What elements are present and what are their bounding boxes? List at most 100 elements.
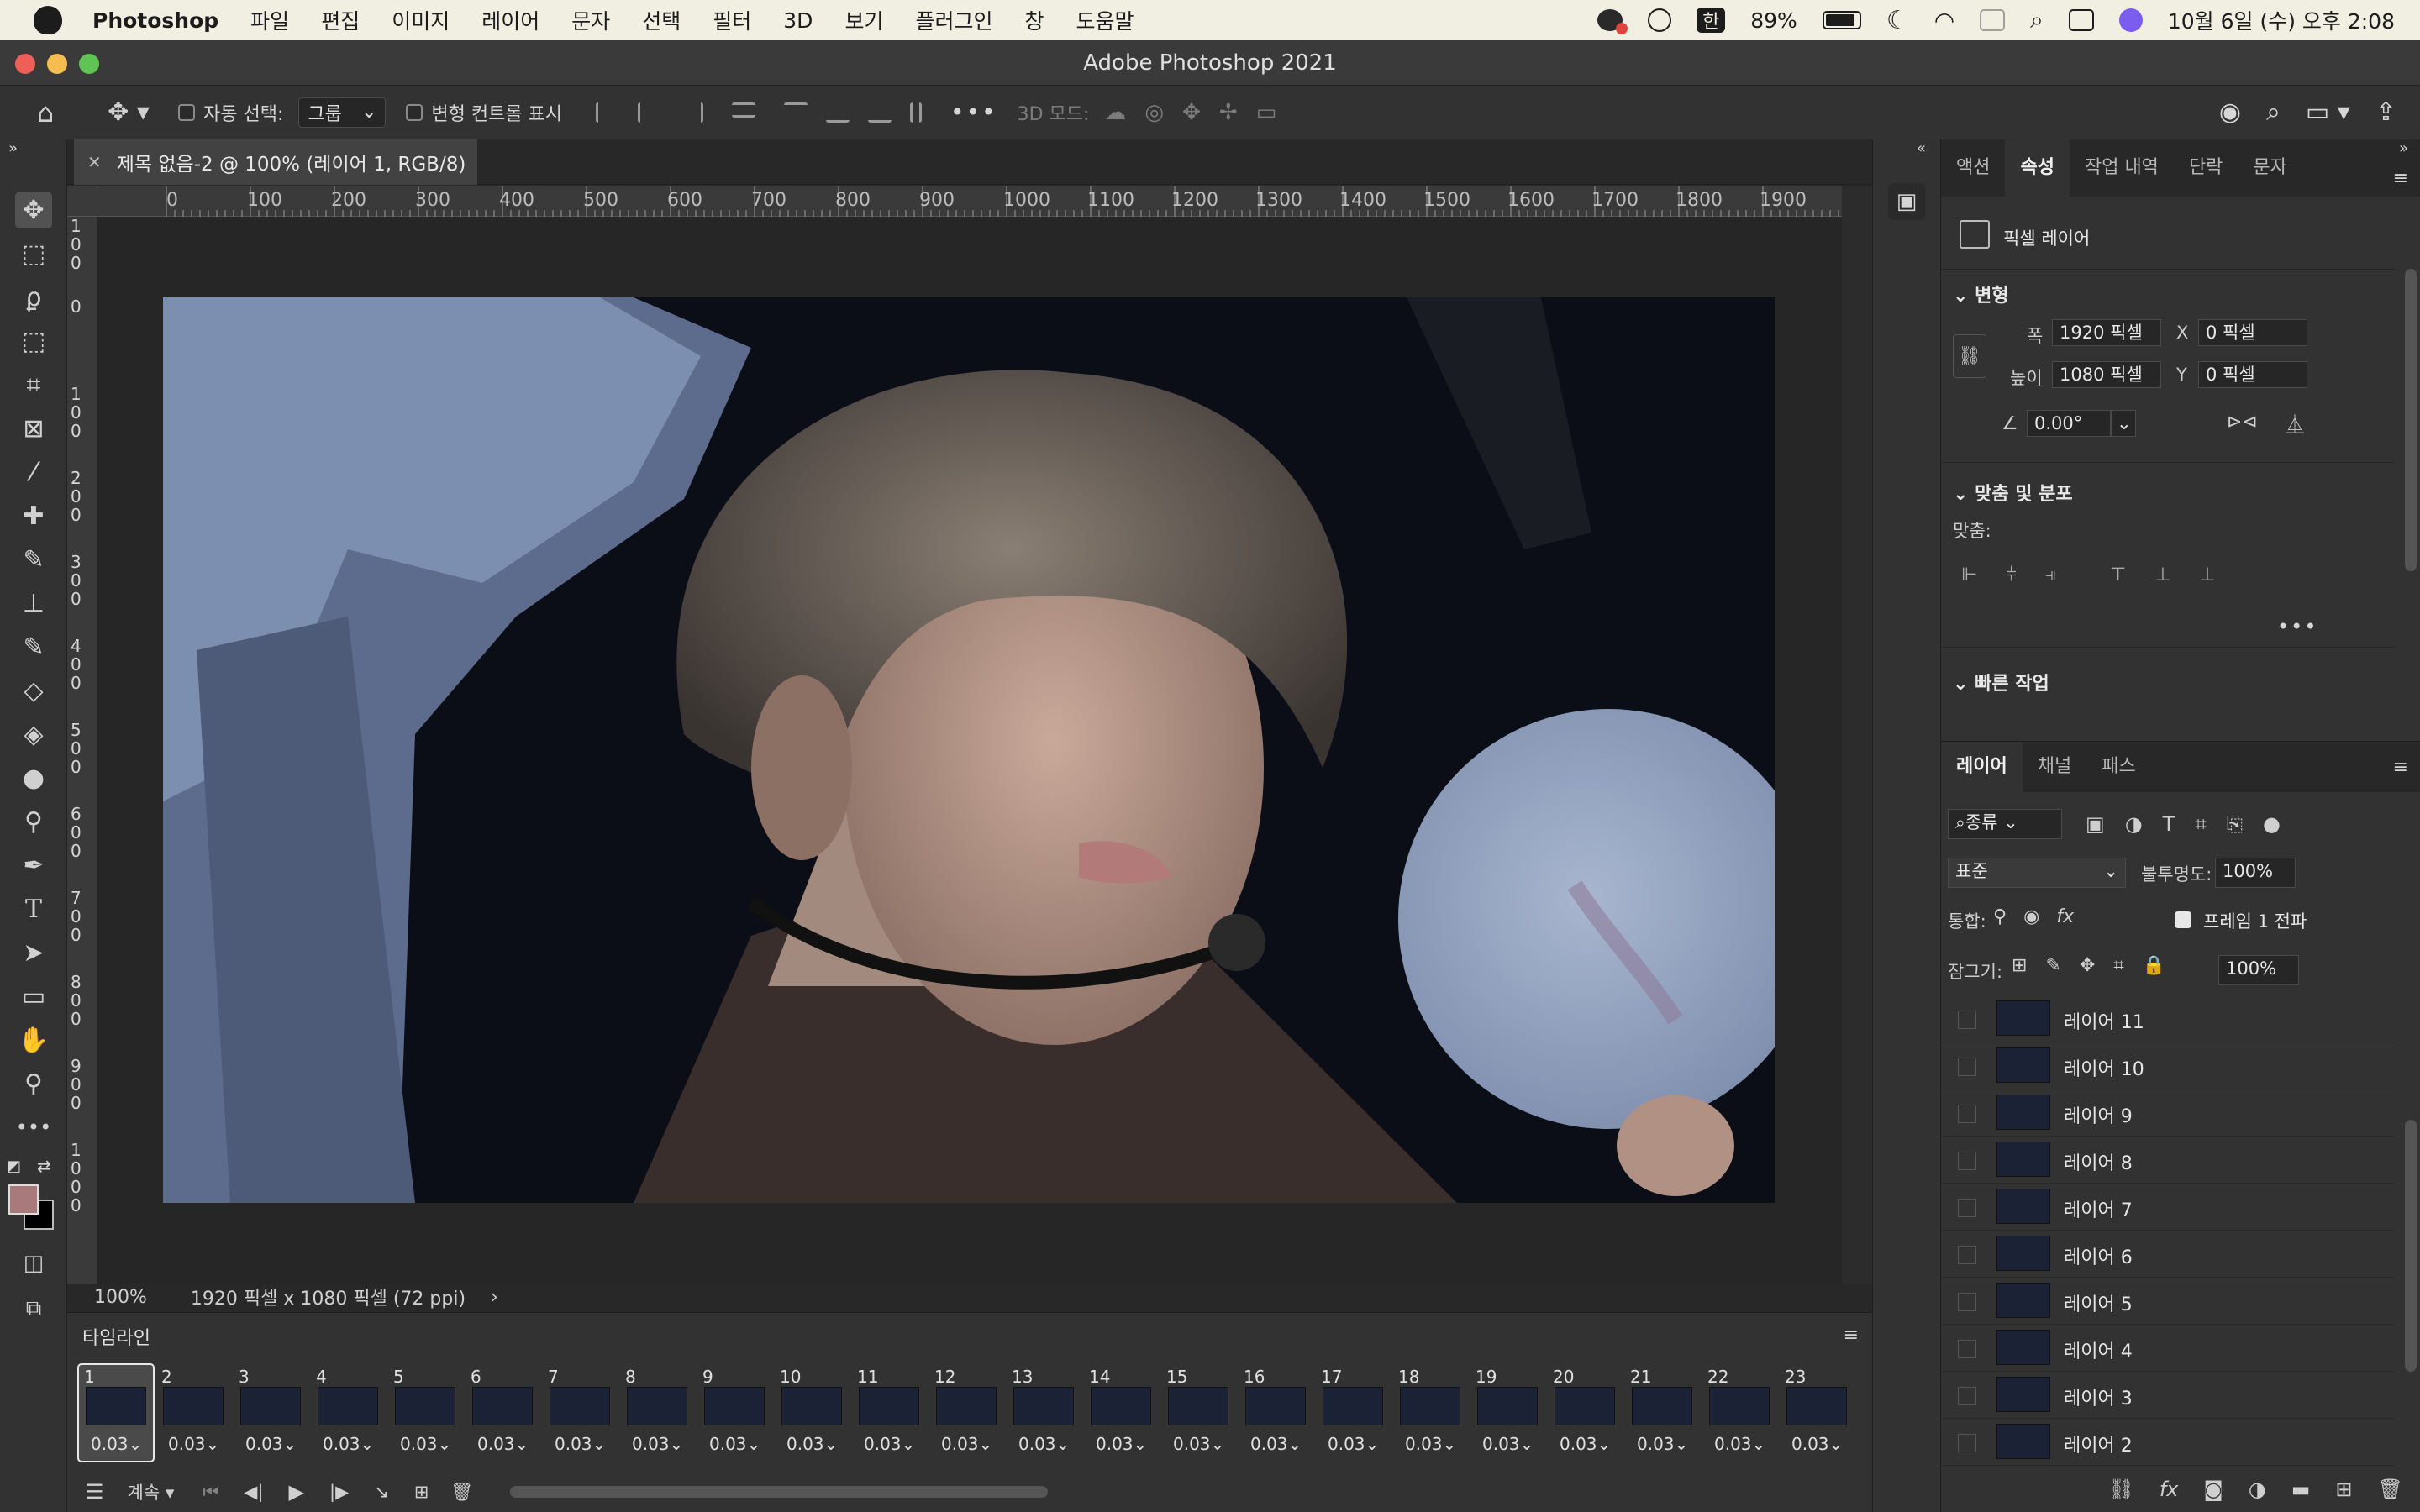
convert-to-video-icon[interactable]: ☰ [86,1480,104,1504]
distribute-spacing-icon[interactable] [910,102,923,123]
show-transform-checkbox[interactable] [406,103,424,121]
blend-mode-dropdown[interactable]: 표준 ⌄ [1948,858,2126,888]
layer-name[interactable]: 레이어 4 [2064,1336,2133,1363]
lock-position-icon[interactable]: ✥ [2080,955,2095,976]
timeline-frame[interactable]: 23 0.03⌄ [1780,1365,1854,1461]
zoom-tool-icon[interactable]: ⚲ [15,1065,52,1102]
frame-delay[interactable]: 0.03⌄ [1714,1434,1765,1454]
y-field[interactable]: 0 픽셀 [2198,361,2307,388]
layer-name[interactable]: 레이어 5 [2064,1289,2133,1316]
timeline-scrollbar[interactable] [510,1486,1049,1498]
x-field[interactable]: 0 픽셀 [2198,319,2307,346]
lasso-tool-icon[interactable]: ϼ [15,279,52,316]
layer-name[interactable]: 레이어 2 [2064,1431,2133,1457]
blur-tool-icon[interactable]: ● [15,759,52,796]
frame-delay[interactable]: 0.03⌄ [1482,1434,1534,1454]
slide-3d-icon[interactable]: ✢ [1219,100,1238,125]
visibility-toggle[interactable] [1958,1246,1976,1264]
tab-paragraph[interactable]: 단락 [2174,139,2238,197]
visibility-toggle[interactable] [1958,1293,1976,1311]
siri-icon[interactable] [2118,8,2143,32]
layer-row[interactable]: 레이어 2 [1941,1419,2395,1466]
horizontal-ruler[interactable]: 0 100 200 300 400 500 600 700 800 900 10… [97,186,1842,217]
ruler-origin[interactable] [67,186,97,217]
timeline-frame[interactable]: 6 0.03⌄ [466,1365,539,1461]
timeline-frame[interactable]: 21 0.03⌄ [1625,1365,1699,1461]
width-field[interactable]: 1920 픽셀 [2052,319,2161,346]
layer-name[interactable]: 레이어 9 [2064,1101,2133,1128]
wifi-icon[interactable]: ◠ [1934,7,1954,34]
object-select-tool-icon[interactable]: ⬚ [15,323,52,360]
search-icon[interactable]: ⌕ [2266,97,2281,127]
more-options-icon[interactable]: ••• [2277,615,2317,638]
timeline-frame[interactable]: 5 0.03⌄ [388,1365,462,1461]
frame-delay[interactable]: 0.03⌄ [709,1434,760,1454]
timeline-frame[interactable]: 3 0.03⌄ [234,1365,308,1461]
layer-name[interactable]: 레이어 8 [2064,1148,2133,1175]
battery-icon[interactable] [1822,11,1861,29]
type-tool-icon[interactable]: T [15,890,52,927]
marquee-tool-icon[interactable]: ⬚ [15,235,52,272]
roll-3d-icon[interactable]: ◎ [1144,100,1164,125]
frame-delay[interactable]: 0.03⌄ [400,1434,451,1454]
frame-delay[interactable]: 0.03⌄ [632,1434,683,1454]
align-left-icon[interactable] [596,102,619,123]
libraries-icon[interactable]: ▣ [1888,183,1925,220]
menu-layer[interactable]: 레이어 [481,5,539,35]
frame-delay[interactable]: 0.03⌄ [1637,1434,1688,1454]
share-icon[interactable]: ⇪ [2375,97,2396,127]
frame-delay[interactable]: 0.03⌄ [245,1434,297,1454]
tab-actions[interactable]: 액션 [1941,139,2005,197]
timeline-frame[interactable]: 4 0.03⌄ [311,1365,385,1461]
hand-tool-icon[interactable]: ✋ [15,1021,52,1058]
layer-name[interactable]: 레이어 7 [2064,1195,2133,1222]
menu-file[interactable]: 파일 [250,5,289,35]
healing-brush-tool-icon[interactable]: ✚ [15,497,52,534]
menu-view[interactable]: 보기 [844,5,883,35]
frame-delay[interactable]: 0.03⌄ [864,1434,915,1454]
menu-image[interactable]: 이미지 [392,5,450,35]
loop-dropdown[interactable]: 계속 ▾ [128,1479,175,1504]
frame-delay[interactable]: 0.03⌄ [168,1434,219,1454]
unify-visibility-icon[interactable]: ◉ [2023,906,2039,927]
timeline-frame[interactable]: 19 0.03⌄ [1470,1365,1544,1461]
align-top-icon[interactable] [784,102,808,123]
menu-type[interactable]: 문자 [571,5,610,35]
auto-select-checkbox[interactable] [178,103,195,121]
app-menu[interactable]: Photoshop [92,8,218,33]
layer-filter-dropdown[interactable]: ⌕종류 ⌄ [1948,809,2062,839]
timeline-frame[interactable]: 13 0.03⌄ [1007,1365,1081,1461]
auto-select-toggle[interactable]: 자동 선택: [178,99,283,126]
default-colors-icon[interactable]: ◩ [7,1158,21,1175]
frame-delay[interactable]: 0.03⌄ [477,1434,529,1454]
screen-mode-icon[interactable]: ⧉ [15,1290,52,1327]
menu-edit[interactable]: 편집 [321,5,360,35]
layer-row[interactable]: 레이어 9 [1941,1089,2395,1137]
timeline-frame[interactable]: 17 0.03⌄ [1316,1365,1390,1461]
brush-tool-icon[interactable]: ✎ [15,541,52,578]
lock-artboard-icon[interactable]: ⌗ [2113,955,2123,976]
filter-adjustment-icon[interactable]: ◑ [2125,812,2143,836]
crop-tool-icon[interactable]: ⌗ [15,366,52,403]
height-field[interactable]: 1080 픽셀 [2052,361,2161,388]
angle-field[interactable]: 0.00° [2027,410,2111,437]
pen-tool-icon[interactable]: ✒ [15,847,52,884]
filter-pixel-icon[interactable]: ▣ [2086,812,2105,836]
distribute-icon[interactable] [732,102,756,118]
layer-row[interactable]: 레이어 5 [1941,1278,2395,1325]
timeline-frame[interactable]: 1 0.03⌄ [77,1363,155,1462]
tab-channels[interactable]: 채널 [2023,742,2086,792]
timeline-frame[interactable]: 8 0.03⌄ [620,1365,694,1461]
opacity-field[interactable]: 100% [2215,858,2296,888]
control-center-icon[interactable] [2068,9,2094,31]
timeline-frame[interactable]: 15 0.03⌄ [1161,1365,1235,1461]
fill-field[interactable]: 100% [2218,955,2299,985]
align-hcenter-icon[interactable]: ⫩ [2006,564,2017,585]
auto-select-dropdown[interactable]: 그룹 ⌄ [298,97,387,128]
frame-delay[interactable]: 0.03⌄ [1405,1434,1456,1454]
layers-scrollbar[interactable] [2405,1120,2417,1372]
unify-position-icon[interactable]: ⚲ [1993,906,2007,927]
panel-menu-icon[interactable]: ≡ [2393,168,2408,189]
align-right-icon[interactable] [680,102,704,123]
layer-row[interactable]: 레이어 4 [1941,1325,2395,1372]
